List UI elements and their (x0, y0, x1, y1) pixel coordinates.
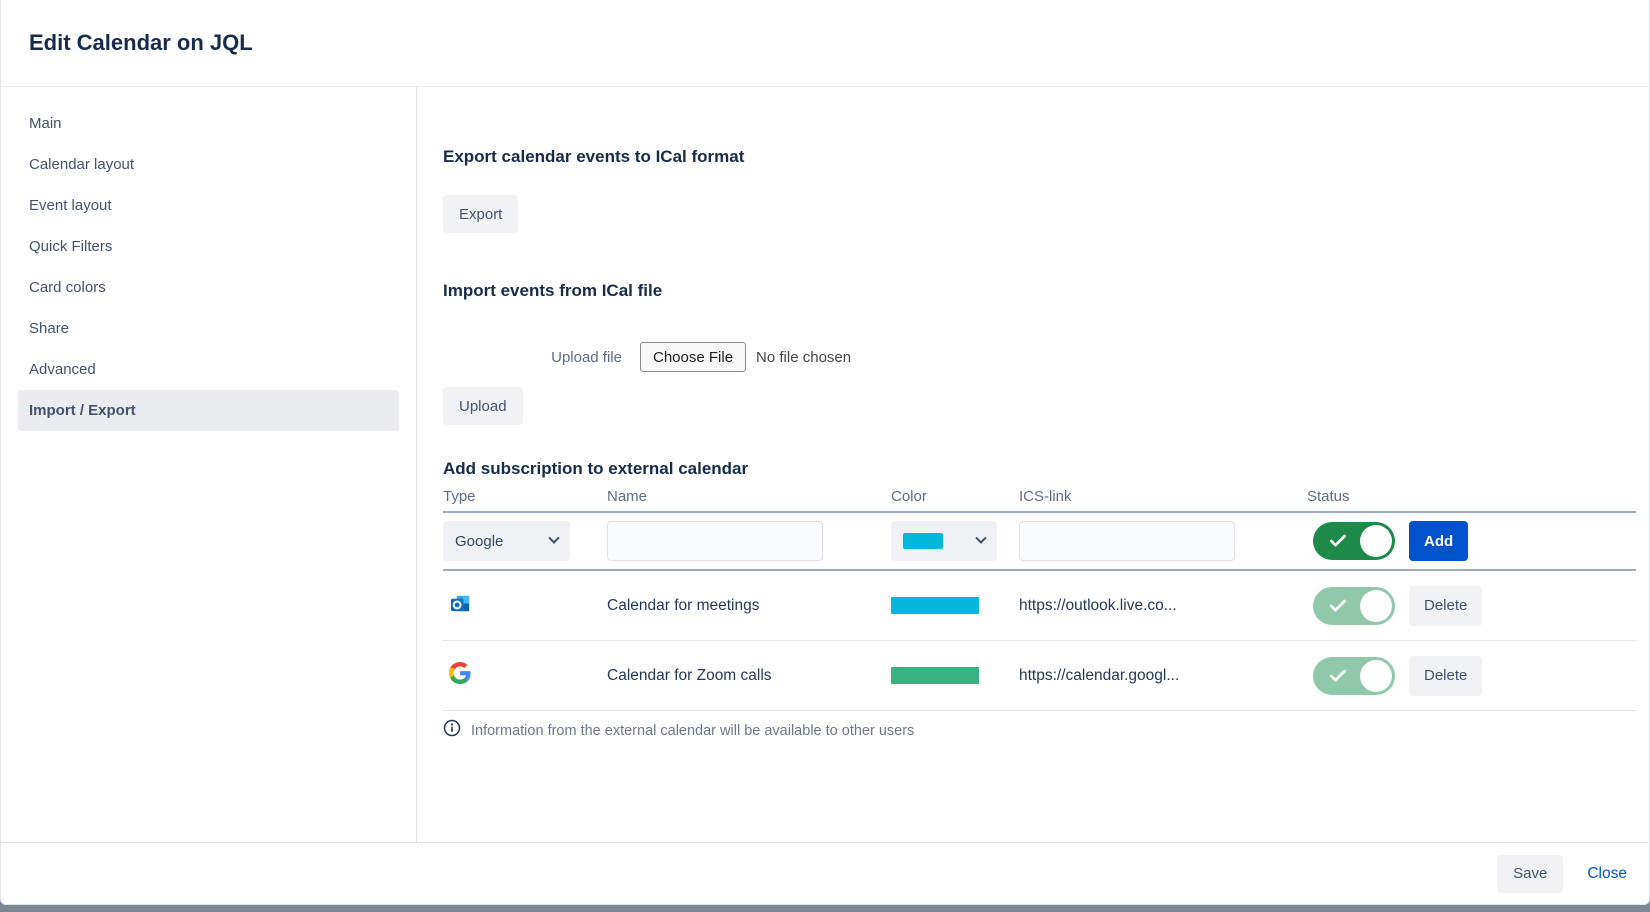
chevron-down-icon (548, 533, 559, 544)
outlook-icon (449, 592, 472, 620)
subscriptions-heading: Add subscription to external calendar (443, 457, 1636, 481)
status-toggle[interactable] (1313, 522, 1395, 560)
sidebar: Main Calendar layout Event layout Quick … (1, 87, 417, 842)
status-toggle[interactable] (1313, 587, 1395, 625)
sidebar-item-main[interactable]: Main (18, 103, 399, 144)
subscription-ics-link: https://outlook.live.co... (1019, 597, 1307, 615)
column-header-name: Name (607, 488, 891, 505)
add-button[interactable]: Add (1409, 521, 1468, 561)
status-toggle[interactable] (1313, 657, 1395, 695)
toggle-knob (1360, 590, 1392, 622)
google-icon (449, 662, 471, 689)
sidebar-item-share[interactable]: Share (18, 308, 399, 349)
dialog-body: Main Calendar layout Event layout Quick … (1, 87, 1649, 842)
check-icon (1328, 531, 1348, 551)
column-header-ics-link: ICS-link (1019, 488, 1307, 505)
subscription-ics-link: https://calendar.googl... (1019, 667, 1307, 685)
sidebar-item-advanced[interactable]: Advanced (18, 349, 399, 390)
subscription-name: Calendar for Zoom calls (607, 667, 891, 685)
check-icon (1328, 596, 1348, 616)
import-section-heading: Import events from ICal file (443, 279, 1636, 303)
subscription-row: Calendar for meetings https://outlook.li… (443, 571, 1636, 641)
upload-file-row: Upload file Choose File No file chosen (443, 337, 1636, 377)
subscriptions-table-header: Type Name Color ICS-link Status (443, 481, 1636, 513)
column-header-status: Status (1307, 488, 1636, 505)
export-section-heading: Export calendar events to ICal format (443, 145, 1636, 169)
sidebar-item-import-export[interactable]: Import / Export (18, 390, 399, 431)
subscription-name: Calendar for meetings (607, 597, 891, 615)
color-swatch (903, 533, 943, 549)
column-header-type: Type (443, 488, 607, 505)
subscription-row: Calendar for Zoom calls https://calendar… (443, 641, 1636, 711)
type-select[interactable]: Google (443, 521, 570, 561)
sidebar-item-card-colors[interactable]: Card colors (18, 267, 399, 308)
dialog-footer: Save Close (1, 842, 1649, 904)
info-text: Information from the external calendar w… (471, 723, 914, 739)
name-input[interactable] (607, 521, 823, 561)
choose-file-button[interactable]: Choose File (640, 342, 746, 372)
page-title: Edit Calendar on JQL (29, 30, 253, 56)
export-button[interactable]: Export (443, 195, 518, 233)
sidebar-item-event-layout[interactable]: Event layout (18, 185, 399, 226)
delete-button[interactable]: Delete (1409, 656, 1482, 696)
color-select[interactable] (891, 521, 997, 561)
subscriptions-table: Type Name Color ICS-link Status Google (443, 481, 1636, 742)
toggle-knob (1360, 660, 1392, 692)
add-subscription-row: Google (443, 513, 1636, 571)
no-file-chosen-text: No file chosen (756, 349, 851, 366)
import-export-panel: Export calendar events to ICal format Ex… (417, 87, 1649, 842)
upload-button[interactable]: Upload (443, 387, 523, 425)
subscription-color-bar (891, 667, 979, 684)
dialog-header: Edit Calendar on JQL (1, 0, 1649, 87)
toggle-knob (1360, 525, 1392, 557)
ics-link-input[interactable] (1019, 521, 1235, 561)
delete-button[interactable]: Delete (1409, 586, 1482, 626)
type-select-value: Google (455, 533, 503, 550)
subscription-color-bar (891, 597, 979, 614)
chevron-down-icon (975, 533, 986, 544)
upload-file-label: Upload file (443, 349, 622, 366)
close-link[interactable]: Close (1587, 865, 1627, 883)
info-icon (443, 719, 461, 742)
check-icon (1328, 666, 1348, 686)
sidebar-item-calendar-layout[interactable]: Calendar layout (18, 144, 399, 185)
edit-calendar-dialog: Edit Calendar on JQL Main Calendar layou… (0, 0, 1650, 905)
info-note: Information from the external calendar w… (443, 711, 1636, 742)
save-button[interactable]: Save (1497, 855, 1563, 893)
sidebar-item-quick-filters[interactable]: Quick Filters (18, 226, 399, 267)
column-header-color: Color (891, 488, 1019, 505)
